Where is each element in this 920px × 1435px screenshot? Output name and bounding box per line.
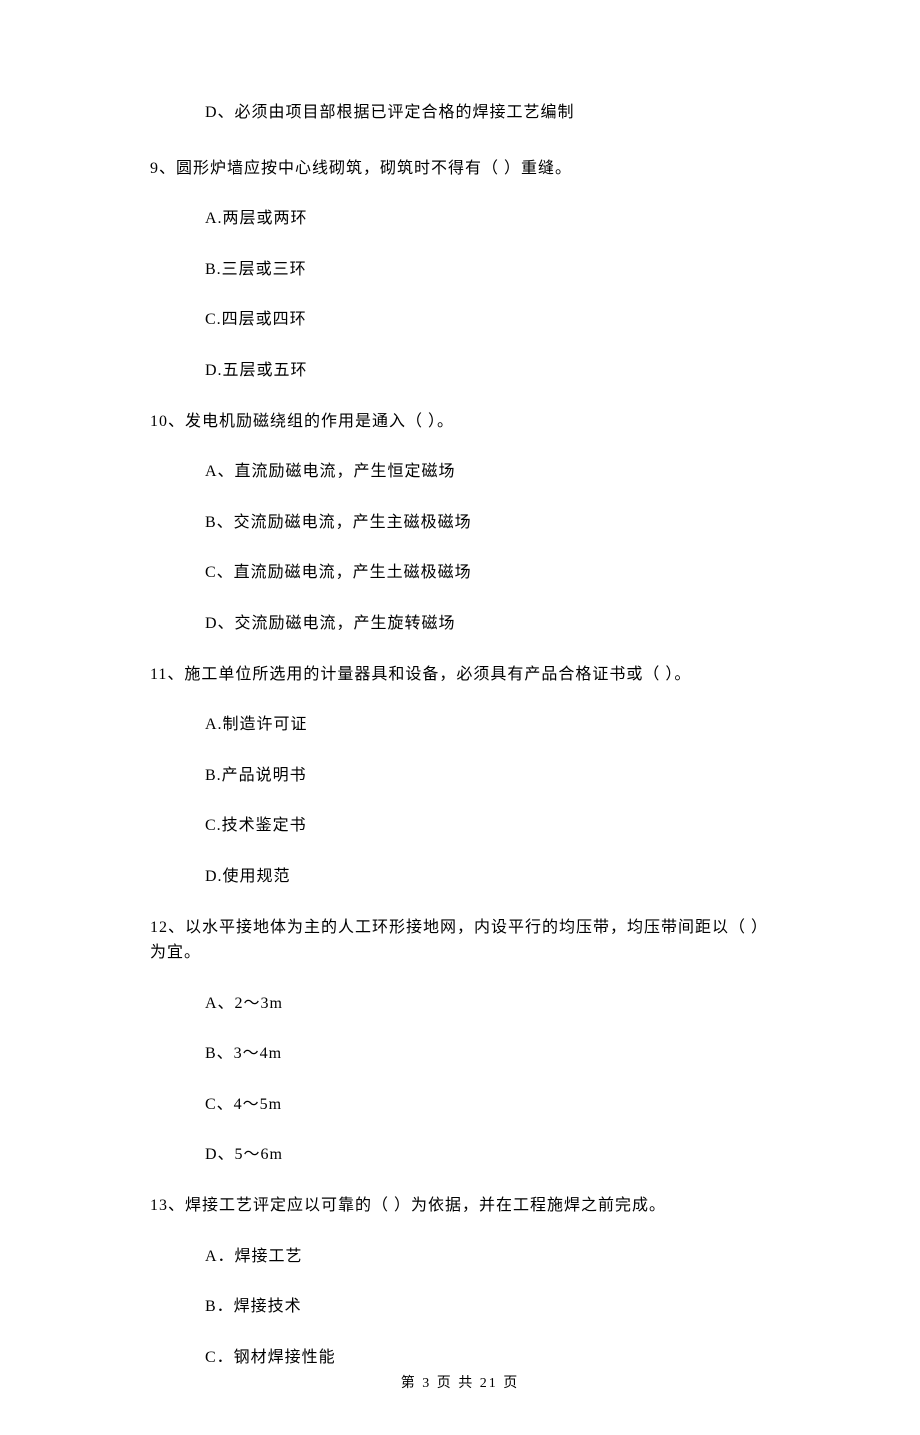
page-footer: 第 3 页 共 21 页 [0, 1373, 920, 1395]
question-13-option-c: C．钢材焊接性能 [205, 1345, 770, 1371]
question-11-option-d: D.使用规范 [205, 864, 770, 890]
question-10-option-b: B、交流励磁电流，产生主磁极磁场 [205, 510, 770, 536]
question-9-option-c: C.四层或四环 [205, 307, 770, 333]
question-11-stem: 11、施工单位所选用的计量器具和设备，必须具有产品合格证书或（ ）。 [150, 662, 770, 688]
question-9-option-b: B.三层或三环 [205, 257, 770, 283]
question-12-option-a: A、2～3m [205, 991, 770, 1017]
question-9-option-a: A.两层或两环 [205, 206, 770, 232]
question-12-option-c: C、4～5m [205, 1092, 770, 1118]
question-11-option-c: C.技术鉴定书 [205, 813, 770, 839]
question-9-stem: 9、圆形炉墙应按中心线砌筑，砌筑时不得有（ ）重缝。 [150, 156, 770, 182]
question-11-option-b: B.产品说明书 [205, 763, 770, 789]
question-10-option-d: D、交流励磁电流，产生旋转磁场 [205, 611, 770, 637]
question-9-option-d: D.五层或五环 [205, 358, 770, 384]
question-10-option-a: A、直流励磁电流，产生恒定磁场 [205, 459, 770, 485]
question-13-option-b: B．焊接技术 [205, 1294, 770, 1320]
question-10-option-c: C、直流励磁电流，产生土磁极磁场 [205, 560, 770, 586]
question-10-stem: 10、发电机励磁绕组的作用是通入（ ）。 [150, 409, 770, 435]
question-12-stem: 12、以水平接地体为主的人工环形接地网，内设平行的均压带，均压带间距以（ ）为宜… [150, 915, 770, 966]
question-13-option-a: A．焊接工艺 [205, 1244, 770, 1270]
previous-question-option-d: D、必须由项目部根据已评定合格的焊接工艺编制 [205, 100, 770, 126]
question-11-option-a: A.制造许可证 [205, 712, 770, 738]
question-12-option-d: D、5～6m [205, 1142, 770, 1168]
question-12-option-b: B、3～4m [205, 1041, 770, 1067]
question-13-stem: 13、焊接工艺评定应以可靠的（ ）为依据，并在工程施焊之前完成。 [150, 1193, 770, 1219]
